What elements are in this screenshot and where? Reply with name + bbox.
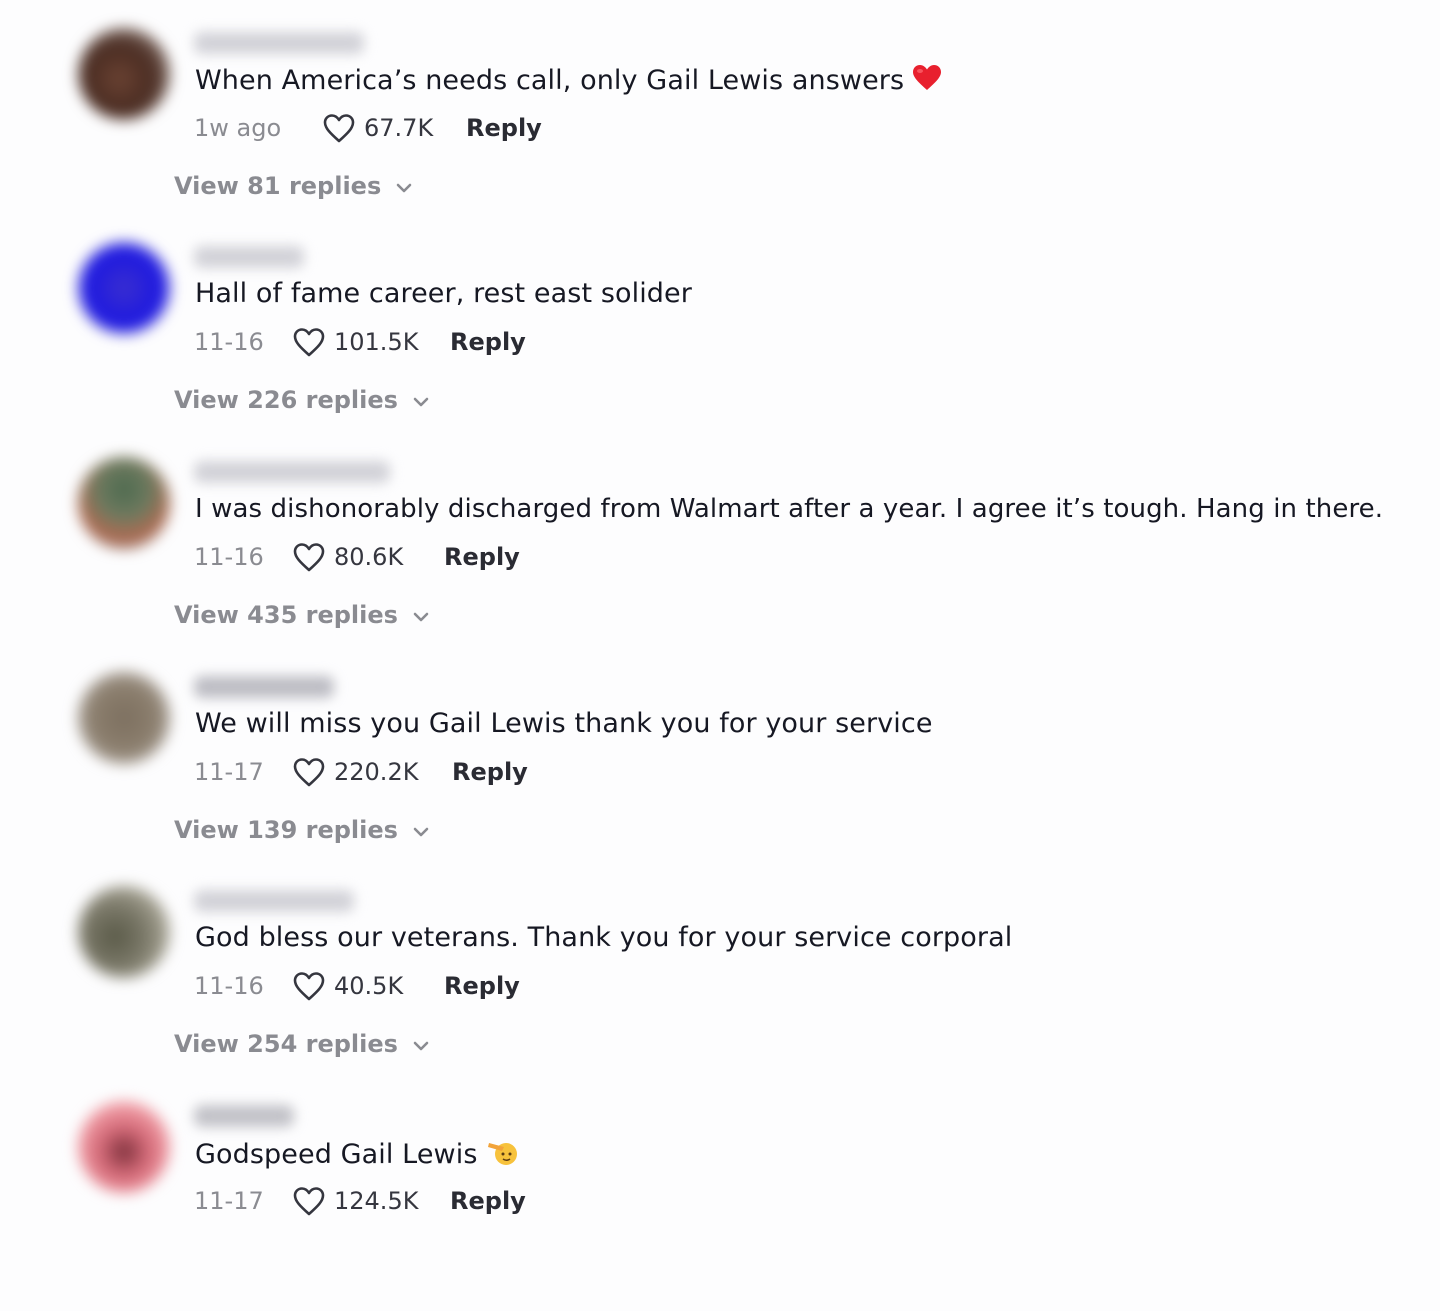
like-button[interactable]: 40.5K xyxy=(292,970,424,1002)
username-blurred[interactable] xyxy=(194,1105,294,1127)
comment-meta: 11-16 101.5K Reply xyxy=(194,324,526,360)
like-button[interactable]: 80.6K xyxy=(292,541,424,573)
comment-meta: 1w ago 67.7K Reply xyxy=(194,110,542,146)
reply-button[interactable]: Reply xyxy=(466,114,542,142)
comment-item: I was dishonorably discharged from Walma… xyxy=(0,453,1440,667)
reply-button[interactable]: Reply xyxy=(444,543,520,571)
view-replies-button[interactable]: View 254 replies xyxy=(174,1030,430,1058)
chevron-down-icon xyxy=(396,183,412,193)
comment-text-content: God bless our veterans. Thank you for yo… xyxy=(195,922,1013,953)
like-count: 220.2K xyxy=(334,758,419,786)
view-replies-label: View 139 replies xyxy=(174,816,398,844)
comment-item: Godspeed Gail Lewis 11-17 124.5K Reply xyxy=(0,1097,1440,1311)
saluting-face-icon xyxy=(486,1137,520,1174)
heart-outline-icon xyxy=(293,972,325,1001)
comment-item: God bless our veterans. Thank you for yo… xyxy=(0,882,1440,1096)
comment-date: 11-16 xyxy=(194,972,264,1000)
comment-date: 11-17 xyxy=(194,758,264,786)
comment-date: 11-16 xyxy=(194,328,264,356)
like-count: 80.6K xyxy=(334,543,404,571)
comment-item: When America’s needs call, only Gail Lew… xyxy=(0,24,1440,238)
username-blurred[interactable] xyxy=(194,461,390,483)
heart-outline-icon xyxy=(293,328,325,357)
comment-text-content: I was dishonorably discharged from Walma… xyxy=(195,494,1384,524)
like-count: 101.5K xyxy=(334,328,419,356)
like-count: 40.5K xyxy=(334,972,404,1000)
comment-text: We will miss you Gail Lewis thank you fo… xyxy=(195,708,933,739)
view-replies-label: View 226 replies xyxy=(174,386,398,414)
comment-item: Hall of fame career, rest east solider 1… xyxy=(0,238,1440,452)
heart-outline-icon xyxy=(293,758,325,787)
username-blurred[interactable] xyxy=(194,676,334,698)
avatar[interactable] xyxy=(78,28,170,120)
view-replies-button[interactable]: View 81 replies xyxy=(174,172,413,200)
chevron-down-icon xyxy=(413,1041,429,1051)
view-replies-button[interactable]: View 435 replies xyxy=(174,601,430,629)
reply-button[interactable]: Reply xyxy=(450,328,526,356)
reply-button[interactable]: Reply xyxy=(444,972,520,1000)
username-blurred[interactable] xyxy=(194,890,354,912)
comment-meta: 11-17 220.2K Reply xyxy=(194,754,528,790)
view-replies-button[interactable]: View 226 replies xyxy=(174,386,430,414)
avatar[interactable] xyxy=(78,886,170,978)
avatar[interactable] xyxy=(78,672,170,764)
red-heart-icon xyxy=(912,64,942,99)
heart-outline-icon xyxy=(293,543,325,572)
comment-text-content: When America’s needs call, only Gail Lew… xyxy=(195,65,905,96)
view-replies-label: View 435 replies xyxy=(174,601,398,629)
like-button[interactable]: 101.5K xyxy=(292,326,424,358)
comment-text: When America’s needs call, only Gail Lew… xyxy=(195,64,942,99)
reply-button[interactable]: Reply xyxy=(450,1187,526,1215)
chevron-down-icon xyxy=(413,827,429,837)
comment-text: I was dishonorably discharged from Walma… xyxy=(195,493,1383,524)
reply-button[interactable]: Reply xyxy=(452,758,528,786)
view-replies-label: View 81 replies xyxy=(174,172,382,200)
comment-meta: 11-17 124.5K Reply xyxy=(194,1183,526,1219)
username-blurred[interactable] xyxy=(194,32,364,54)
comment-text-content: Godspeed Gail Lewis xyxy=(195,1139,478,1170)
avatar[interactable] xyxy=(78,242,170,334)
heart-outline-icon xyxy=(323,114,355,143)
comment-meta: 11-16 40.5K Reply xyxy=(194,968,520,1004)
comment-date: 11-16 xyxy=(194,543,264,571)
like-button[interactable]: 124.5K xyxy=(292,1185,424,1217)
comment-text-content: We will miss you Gail Lewis thank you fo… xyxy=(195,708,933,739)
view-replies-button[interactable]: View 139 replies xyxy=(174,816,430,844)
comment-text-content: Hall of fame career, rest east solider xyxy=(195,278,692,309)
comment-list: When America’s needs call, only Gail Lew… xyxy=(0,0,1440,1243)
comment-item: We will miss you Gail Lewis thank you fo… xyxy=(0,668,1440,882)
like-button[interactable]: 67.7K xyxy=(322,112,454,144)
like-count: 124.5K xyxy=(334,1187,419,1215)
chevron-down-icon xyxy=(413,397,429,407)
comment-text: God bless our veterans. Thank you for yo… xyxy=(195,922,1012,953)
heart-outline-icon xyxy=(293,1187,325,1216)
avatar[interactable] xyxy=(78,457,170,549)
chevron-down-icon xyxy=(413,612,429,622)
comment-meta: 11-16 80.6K Reply xyxy=(194,539,520,575)
comment-text: Godspeed Gail Lewis xyxy=(195,1137,520,1174)
avatar[interactable] xyxy=(78,1101,170,1193)
view-replies-label: View 254 replies xyxy=(174,1030,398,1058)
comment-text: Hall of fame career, rest east solider xyxy=(195,278,692,309)
like-count: 67.7K xyxy=(364,114,434,142)
comment-date: 11-17 xyxy=(194,1187,264,1215)
comment-date: 1w ago xyxy=(194,114,282,142)
username-blurred[interactable] xyxy=(194,246,304,268)
like-button[interactable]: 220.2K xyxy=(292,756,424,788)
